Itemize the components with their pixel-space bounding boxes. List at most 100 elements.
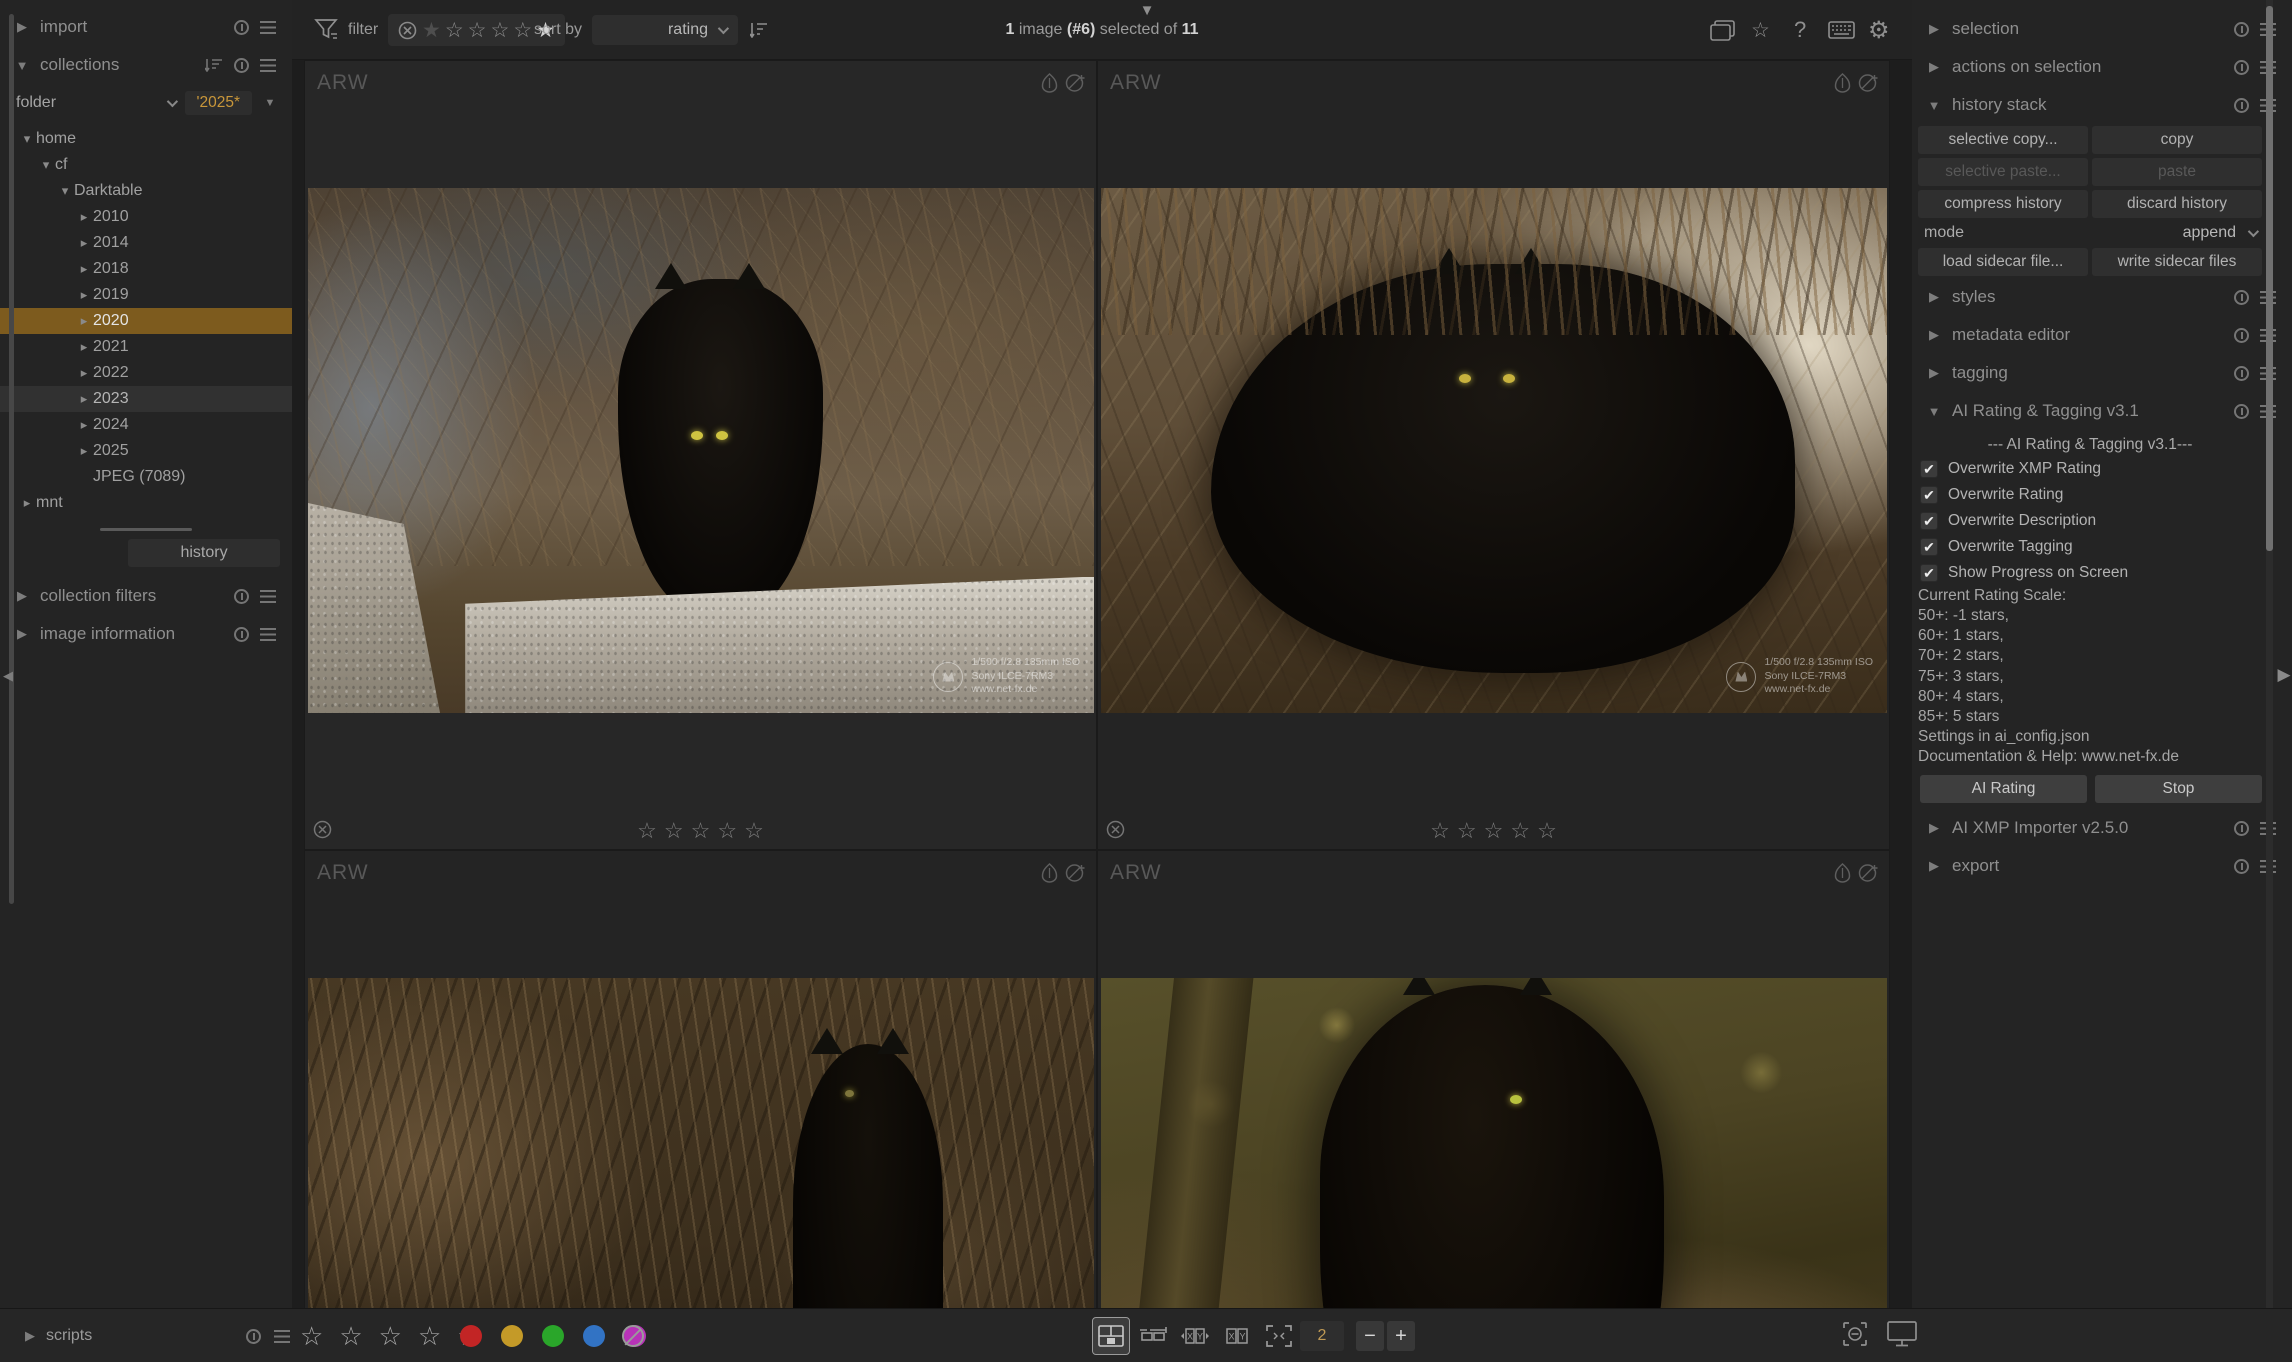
star-icon[interactable]: ☆	[339, 1321, 362, 1352]
chevron-right-icon[interactable]: ▸	[75, 339, 93, 355]
tree-item-2018[interactable]: ▸2018	[0, 256, 292, 282]
reset-icon[interactable]	[246, 1329, 261, 1344]
chevron-right-icon[interactable]	[1926, 327, 1942, 343]
shortcuts-icon[interactable]	[1828, 0, 1855, 60]
chevron-right-icon[interactable]: ▸	[18, 495, 36, 511]
chevron-right-icon[interactable]	[14, 19, 30, 35]
top-panel-collapse-arrow[interactable]	[1139, 2, 1155, 19]
chevron-down-icon[interactable]	[14, 58, 30, 73]
selective-copy-button[interactable]: selective copy...	[1918, 126, 2088, 154]
section-collection-filters[interactable]: collection filters	[0, 577, 292, 615]
chevron-down-icon[interactable]	[1926, 98, 1942, 113]
chevron-right-icon[interactable]: ▸	[75, 235, 93, 251]
star-icon[interactable]: ☆	[691, 818, 711, 844]
second-window-icon[interactable]	[1710, 0, 1735, 60]
filter-star-empty[interactable]: ☆	[490, 20, 509, 41]
reset-icon[interactable]	[2234, 821, 2249, 836]
sort-criteria-dropdown[interactable]: rating	[592, 15, 738, 45]
tree-item-2025[interactable]: ▸2025	[0, 438, 292, 464]
filter-star-empty[interactable]: ☆	[445, 20, 464, 41]
chevron-right-icon[interactable]	[1926, 59, 1942, 75]
sort-direction-icon[interactable]	[750, 0, 768, 60]
chevron-right-icon[interactable]	[1926, 289, 1942, 305]
display-profile-icon[interactable]	[1886, 1320, 1918, 1352]
filter-star-empty[interactable]: ☆	[468, 20, 487, 41]
zoom-level-input[interactable]: 2	[1300, 1321, 1344, 1351]
star-icon[interactable]: ☆	[1537, 818, 1557, 844]
star-icon[interactable]: ☆	[418, 1321, 441, 1352]
reset-icon[interactable]	[234, 58, 249, 73]
reset-icon[interactable]	[234, 20, 249, 35]
ai-stop-button[interactable]: Stop	[2095, 775, 2262, 803]
chevron-right-icon[interactable]: ▸	[75, 209, 93, 225]
paste-mode-row[interactable]: mode append	[1912, 220, 2292, 246]
write-sidecar-button[interactable]: write sidecar files	[2092, 248, 2262, 276]
sort-icon[interactable]	[205, 58, 223, 72]
chevron-down-icon[interactable]: ▾	[56, 183, 74, 199]
rule-history-icon[interactable]	[262, 97, 278, 109]
discard-history-button[interactable]: discard history	[2092, 190, 2262, 218]
ai-rating-button[interactable]: AI Rating	[1920, 775, 2087, 803]
reject-icon[interactable]	[398, 21, 417, 40]
load-sidecar-button[interactable]: load sidecar file...	[1918, 248, 2088, 276]
checkbox-checked-icon[interactable]: ✔	[1920, 460, 1938, 478]
chevron-right-icon[interactable]: ▸	[75, 365, 93, 381]
zoom-out-button[interactable]: −	[1356, 1321, 1384, 1351]
filter-star-empty[interactable]: ☆	[513, 20, 532, 41]
checkbox-checked-icon[interactable]: ✔	[1920, 512, 1938, 530]
star-icon[interactable]: ☆	[1430, 818, 1450, 844]
focus-peaking-icon[interactable]	[1840, 1320, 1870, 1353]
star-icon[interactable]: ☆	[637, 818, 657, 844]
section-history-stack[interactable]: history stack	[1912, 86, 2292, 124]
ai-checkbox-overwrite-tagging[interactable]: ✔Overwrite Tagging	[1912, 534, 2292, 560]
reset-icon[interactable]	[2234, 328, 2249, 343]
preferences-gear-icon[interactable]: ⚙	[1868, 0, 1890, 60]
thumbnail-cell-2[interactable]: ARW	[1097, 60, 1890, 850]
chevron-right-icon[interactable]	[1926, 21, 1942, 37]
section-metadata-editor[interactable]: metadata editor	[1912, 316, 2292, 354]
tree-item-2023[interactable]: ▸2023	[0, 386, 292, 412]
chevron-right-icon[interactable]	[1926, 365, 1942, 381]
star-rating[interactable]: ☆☆☆☆☆	[637, 818, 764, 844]
chevron-down-icon[interactable]: ▾	[37, 157, 55, 173]
clear-color-label-button[interactable]	[622, 1309, 644, 1362]
thumbnail-cell-3[interactable]: ARW	[304, 850, 1097, 1308]
view-zoomable-button[interactable]	[1135, 1318, 1171, 1354]
reset-icon[interactable]	[2234, 404, 2249, 419]
color-label-blue[interactable]	[583, 1325, 605, 1347]
tree-item-2014[interactable]: ▸2014	[0, 230, 292, 256]
view-preview-button[interactable]	[1261, 1318, 1297, 1354]
section-collections[interactable]: collections	[0, 46, 292, 84]
reset-icon[interactable]	[2234, 60, 2249, 75]
chevron-right-icon[interactable]	[1926, 820, 1942, 836]
tree-item-2022[interactable]: ▸2022	[0, 360, 292, 386]
chevron-right-icon[interactable]: ▸	[75, 391, 93, 407]
ai-checkbox-show-progress-on-screen[interactable]: ✔Show Progress on Screen	[1912, 560, 2292, 586]
presets-icon[interactable]	[260, 59, 276, 72]
section-scripts[interactable]: scripts	[22, 1309, 92, 1362]
presets-icon[interactable]	[260, 628, 276, 641]
rule-value-input[interactable]: '2025*	[185, 91, 252, 115]
chevron-right-icon[interactable]: ▸	[75, 261, 93, 277]
left-panel-scrollbar[interactable]	[9, 14, 14, 904]
view-culling-fixed-button[interactable]: X Y	[1177, 1318, 1213, 1354]
section-selection[interactable]: selection	[1912, 10, 2292, 48]
section-image-information[interactable]: image information	[0, 615, 292, 653]
reset-icon[interactable]	[2234, 366, 2249, 381]
thumbnail-cell-1[interactable]: ARW	[304, 60, 1097, 850]
section-import[interactable]: import	[0, 8, 292, 46]
star-icon[interactable]: ☆	[300, 1321, 323, 1352]
reject-icon[interactable]	[313, 820, 332, 839]
filter-star-dim[interactable]: ★	[422, 20, 441, 41]
tree-item-cf[interactable]: ▾cf	[0, 152, 292, 178]
star-rating[interactable]: ☆☆☆☆☆	[1430, 818, 1557, 844]
star-icon[interactable]: ☆	[717, 818, 737, 844]
checkbox-checked-icon[interactable]: ✔	[1920, 486, 1938, 504]
ai-checkbox-overwrite-xmp-rating[interactable]: ✔Overwrite XMP Rating	[1912, 456, 2292, 482]
section-ai-rating-tagging[interactable]: AI Rating & Tagging v3.1	[1912, 392, 2292, 430]
view-culling-dynamic-button[interactable]: X Y	[1219, 1318, 1255, 1354]
compress-history-button[interactable]: compress history	[1918, 190, 2088, 218]
star-icon[interactable]: ☆	[744, 818, 764, 844]
rule-property-label[interactable]: folder	[16, 94, 56, 112]
ai-checkbox-overwrite-description[interactable]: ✔Overwrite Description	[1912, 508, 2292, 534]
